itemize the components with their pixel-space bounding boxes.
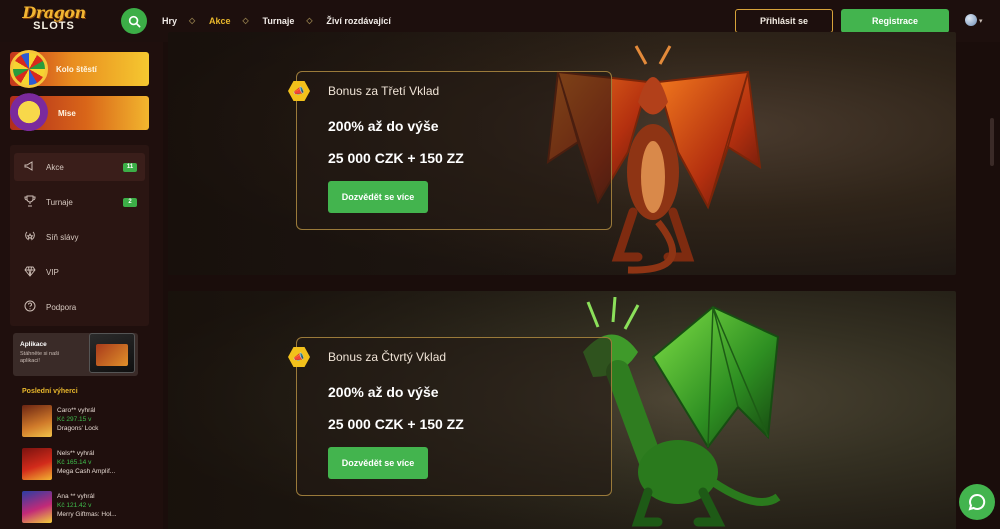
- sidebar: Kolo štěstí Mise Akce 11 Turnaje 2 Síň s…: [0, 42, 163, 529]
- globe-icon[interactable]: [965, 14, 977, 26]
- question-icon: [23, 300, 37, 314]
- sidebar-item-label: VIP: [46, 267, 59, 277]
- winner-amount: Kč 121.42 v: [57, 502, 92, 509]
- winner-amount: Kč 297.15 v: [57, 416, 92, 423]
- promo-card: 📣 Bonus za Čtvrtý Vklad 200% až do výše …: [288, 337, 612, 496]
- game-thumbnail: [22, 405, 52, 437]
- winner-item[interactable]: Ana ** vyhrál Kč 121.42 v Merry Giftmas:…: [22, 491, 152, 527]
- nav-akce[interactable]: Akce: [209, 16, 231, 26]
- logo-text-top: Dragon: [22, 3, 86, 22]
- sidebar-item-turnaje[interactable]: Turnaje 2: [14, 188, 145, 216]
- trophy-icon: [23, 195, 37, 209]
- promo-line-2: 25 000 CZK + 150 ZZ: [328, 416, 464, 432]
- wheel-of-fortune-banner[interactable]: Kolo štěstí: [10, 50, 149, 88]
- treasure-chest-icon: [8, 89, 50, 131]
- nav-hry[interactable]: Hry: [162, 16, 177, 26]
- winner-game: Merry Giftmas: Hol...: [57, 511, 117, 518]
- diamond-icon: [23, 265, 37, 279]
- nav-separator-icon: ◇: [306, 16, 313, 25]
- winner-item[interactable]: Nels** vyhrál Kč 165.14 v Mega Cash Ampl…: [22, 448, 152, 484]
- game-thumbnail: [22, 491, 52, 523]
- logo-text-bottom: SLOTS: [14, 21, 94, 32]
- missions-label: Mise: [58, 108, 76, 118]
- register-button[interactable]: Registrace: [841, 9, 949, 33]
- app-text: Stáhněte si naši aplikaci!: [20, 351, 60, 364]
- count-badge: 11: [123, 162, 137, 172]
- winner-amount: Kč 165.14 v: [57, 459, 92, 466]
- logo-slots: SLOTS: [33, 20, 75, 32]
- nav-live-dealers[interactable]: Živí rozdávající: [326, 16, 391, 26]
- learn-more-button[interactable]: Dozvědět se více: [328, 447, 428, 479]
- app-title: Aplikace: [20, 341, 47, 348]
- fortune-wheel-icon: [10, 50, 48, 88]
- search-button[interactable]: [121, 8, 147, 34]
- promo-banner: 📣 Bonus za Čtvrtý Vklad 200% až do výše …: [168, 291, 956, 529]
- nav-separator-icon: ◇: [242, 16, 249, 25]
- chat-bubble-icon: [968, 493, 986, 511]
- sidebar-item-akce[interactable]: Akce 11: [14, 153, 145, 181]
- sidebar-item-label: Akce: [46, 162, 64, 172]
- search-icon: [128, 15, 140, 27]
- sidebar-item-label: Podpora: [46, 302, 77, 312]
- app-download-banner[interactable]: Aplikace Stáhněte si naši aplikaci!: [13, 333, 138, 376]
- sidebar-item-label: Síň slávy: [46, 232, 79, 242]
- laurel-icon: [23, 230, 37, 244]
- promo-title: Bonus za Čtvrtý Vklad: [328, 350, 447, 364]
- dragon-slots-logo[interactable]: Dragon SLOTS: [14, 5, 94, 37]
- nav-turnaje[interactable]: Turnaje: [263, 16, 295, 26]
- winner-game: Mega Cash Amplif...: [57, 468, 116, 475]
- winner-name: Nels** vyhrál: [57, 450, 95, 457]
- login-button[interactable]: Přihlásit se: [735, 9, 833, 33]
- learn-more-button[interactable]: Dozvědět se více: [328, 181, 428, 213]
- main-content: 📣 Bonus za Třetí Vklad 200% až do výše 2…: [163, 32, 1000, 529]
- winner-name: Caro** vyhrál: [57, 407, 96, 414]
- game-thumbnail: [22, 448, 52, 480]
- winner-item[interactable]: Caro** vyhrál Kč 297.15 v Dragons' Lock: [22, 405, 152, 441]
- sidebar-item-vip[interactable]: VIP: [14, 258, 145, 286]
- sidebar-item-label: Turnaje: [46, 197, 73, 207]
- recent-winners-title: Poslední výherci: [22, 388, 78, 395]
- nav-separator-icon: ◇: [189, 16, 196, 25]
- promo-line-1: 200% až do výše: [328, 118, 439, 134]
- promo-line-1: 200% až do výše: [328, 384, 439, 400]
- promo-banner: 📣 Bonus za Třetí Vklad 200% až do výše 2…: [168, 32, 956, 275]
- megaphone-icon: [23, 160, 37, 174]
- phone-mockup-image: [89, 333, 135, 373]
- winner-game: Dragons' Lock: [57, 425, 99, 432]
- promo-line-2: 25 000 CZK + 150 ZZ: [328, 150, 464, 166]
- live-chat-button[interactable]: [959, 484, 995, 520]
- sidebar-menu: Akce 11 Turnaje 2 Síň slávy VIP Podpora: [10, 145, 149, 326]
- promo-card: 📣 Bonus za Třetí Vklad 200% až do výše 2…: [288, 71, 612, 230]
- promo-title: Bonus za Třetí Vklad: [328, 84, 440, 98]
- wheel-label: Kolo štěstí: [56, 64, 97, 74]
- count-badge: 2: [123, 197, 137, 207]
- winner-name: Ana ** vyhrál: [57, 493, 95, 500]
- sidebar-item-sin-slavy[interactable]: Síň slávy: [14, 223, 145, 251]
- missions-banner[interactable]: Mise: [8, 89, 149, 131]
- scrollbar[interactable]: [990, 118, 994, 166]
- sidebar-item-podpora[interactable]: Podpora: [14, 293, 145, 321]
- chevron-down-icon[interactable]: ▾: [979, 17, 983, 25]
